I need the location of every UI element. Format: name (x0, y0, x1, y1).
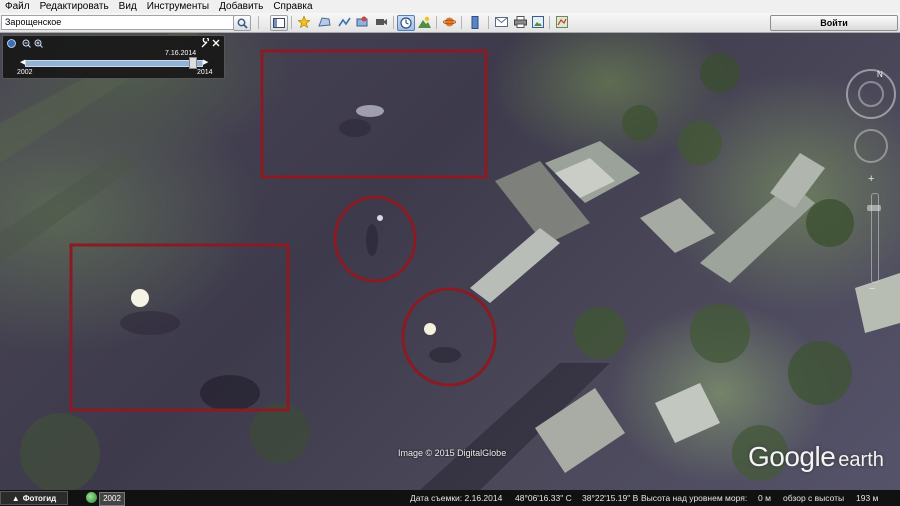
imagery-copyright: Image © 2015 DigitalGlobe (398, 448, 507, 458)
elevation-value: 0 м (758, 493, 771, 503)
menu-edit[interactable]: Редактировать (35, 0, 114, 13)
status-bar: ▲ Фотогид 2002 Дата съемки: 2.16.2014 48… (0, 490, 900, 506)
menu-add[interactable]: Добавить (214, 0, 268, 13)
elevation-label: Высота над уровнем моря: (641, 493, 748, 503)
menu-help[interactable]: Справка (268, 0, 317, 13)
time-end-year: 2014 (197, 69, 213, 76)
toolbar-separator (291, 16, 292, 29)
time-slider-date: 7.16.2014 (165, 50, 197, 57)
historical-imagery-status-icon[interactable] (86, 492, 97, 503)
wrench-icon[interactable] (201, 38, 211, 48)
menu-tools[interactable]: Инструменты (142, 0, 214, 13)
path-icon[interactable] (336, 15, 352, 29)
tour-guide-label: Фотогид (22, 493, 57, 503)
ruler-icon[interactable] (467, 15, 483, 29)
time-forward-icon[interactable]: ▶ (203, 58, 208, 66)
logo-earth-text: earth (838, 449, 884, 471)
zoom-slider-thumb[interactable] (867, 205, 881, 211)
eye-altitude-value: 193 м (856, 493, 879, 503)
sidebar-icon[interactable] (270, 15, 288, 31)
building (470, 228, 560, 303)
toolbar-separator (461, 16, 462, 29)
eye-altitude-label: обзор с высоты (783, 493, 845, 503)
toolbar-separator (436, 16, 437, 29)
annotation-circle (401, 287, 497, 387)
imagery-year-badge[interactable]: 2002 (99, 492, 125, 506)
menu-file[interactable]: Файл (0, 0, 35, 13)
record-tour-icon[interactable] (373, 15, 389, 29)
map-imagery (0, 33, 900, 490)
time-slider-panel: 7.16.2014 ◀ ▶ 2002 2014 (2, 35, 225, 79)
print-icon[interactable] (512, 15, 528, 29)
save-image-icon[interactable] (530, 15, 546, 29)
time-start-year: 2002 (17, 69, 33, 76)
overlay-icon[interactable] (354, 15, 370, 29)
zoom-out-button[interactable]: − (869, 283, 875, 295)
latitude: 48°06'16.33" С (515, 493, 572, 503)
historical-imagery-icon[interactable] (397, 15, 415, 31)
search-icon[interactable] (233, 15, 251, 31)
tour-guide-button[interactable]: ▲ Фотогид (0, 491, 68, 505)
email-icon[interactable] (493, 15, 509, 29)
toolbar-separator (258, 16, 259, 29)
toolbar-separator (393, 16, 394, 29)
menu-bar: Файл Редактировать Вид Инструменты Добав… (0, 0, 900, 13)
zoom-in-button[interactable]: + (868, 173, 874, 185)
toolbar-separator (488, 16, 489, 29)
longitude: 38°22'15.19" В (582, 493, 639, 503)
placemark-icon[interactable] (296, 15, 312, 29)
sunlight-icon[interactable] (416, 15, 432, 29)
zoom-in-time-icon[interactable] (33, 38, 43, 48)
google-earth-logo: Google earth (748, 441, 884, 473)
search-input[interactable] (1, 15, 235, 30)
toolbar: Войти (0, 13, 900, 33)
map-view[interactable]: N + − Image © 2015 DigitalGlobe Google ea… (0, 33, 900, 490)
look-joystick[interactable] (858, 81, 884, 107)
maps-icon[interactable] (554, 15, 570, 29)
move-joystick[interactable] (854, 129, 888, 163)
polygon-icon[interactable] (316, 15, 332, 29)
expand-icon: ▲ (11, 493, 20, 503)
time-slider-thumb[interactable] (189, 57, 197, 69)
planets-icon[interactable] (441, 15, 457, 29)
zoom-out-time-icon[interactable] (21, 38, 31, 48)
time-settings-icon[interactable] (6, 38, 16, 48)
menu-view[interactable]: Вид (114, 0, 142, 13)
toolbar-separator (549, 16, 550, 29)
sign-in-button[interactable]: Войти (770, 15, 898, 31)
capture-date: Дата съемки: 2.16.2014 (410, 493, 503, 503)
north-label[interactable]: N (877, 70, 883, 79)
close-icon[interactable] (211, 38, 221, 48)
logo-google-text: Google (748, 441, 836, 472)
time-slider-track[interactable] (25, 60, 203, 67)
